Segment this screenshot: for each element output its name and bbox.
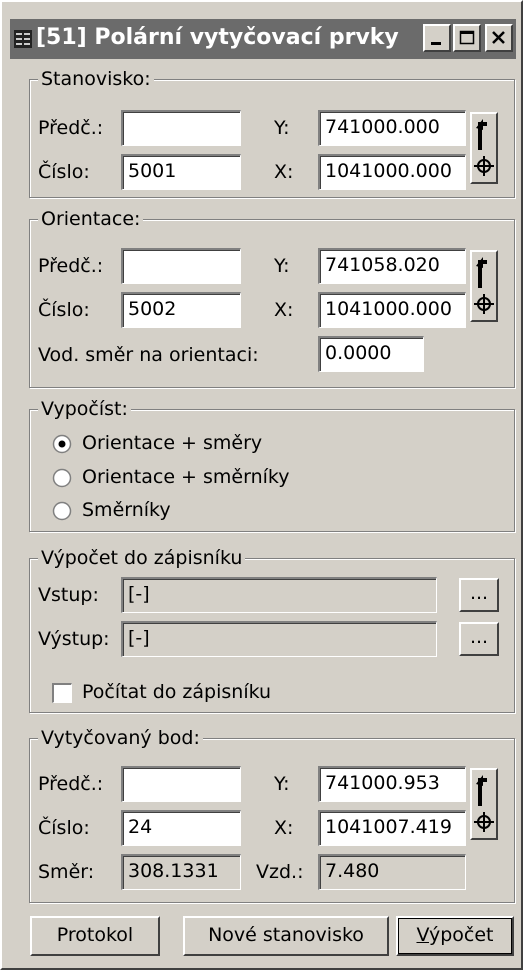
bod-predc-label: Předč.: [38,773,104,795]
pick-point-icon [474,257,494,314]
maximize-icon [459,30,475,45]
vstup-label: Vstup: [38,584,99,606]
minimize-icon [431,42,441,45]
bod-cislo-label: Číslo: [38,817,90,839]
vypocet-label: ýpočet [428,924,494,946]
stanovisko-pick-button[interactable] [470,112,498,184]
orientace-predc-input[interactable] [121,248,241,284]
bod-cislo-input[interactable]: 24 [121,810,241,846]
vod-smer-input[interactable]: 0.0000 [318,336,424,372]
checkbox-icon [52,683,72,703]
pick-point-icon [474,775,494,832]
orientace-pick-button[interactable] [470,250,498,322]
bod-x-input[interactable]: 1041007.419 [318,810,466,846]
orientace-y-label: Y: [274,255,290,277]
orientace-predc-label: Předč.: [38,255,104,277]
bod-pick-button[interactable] [470,768,498,840]
bod-x-label: X: [274,817,294,839]
vzd-label: Vzd.: [256,861,304,883]
window-title: [51] Polární vytyčovací prvky [36,25,399,50]
dialog-window: [51] Polární vytyčovací prvky Stanovisko… [0,0,523,970]
nove-stanovisko-button[interactable]: Nové stanovisko [183,916,389,956]
stanovisko-predc-input[interactable] [121,110,241,146]
app-icon [14,30,32,48]
orientace-x-label: X: [274,299,294,321]
bod-legend: Vytyčovaný bod: [38,727,203,749]
radio-unselected-icon [52,501,72,521]
radio-unselected-icon [52,468,72,488]
vzd-field: 7.480 [318,854,466,890]
close-button[interactable] [485,24,513,52]
stanovisko-predc-label: Předč.: [38,117,104,139]
vypocist-legend: Vypočíst: [38,398,131,420]
vystup-browse-button[interactable]: ... [459,622,499,656]
stanovisko-y-label: Y: [274,117,290,139]
close-icon [492,31,505,44]
stanovisko-cislo-input[interactable]: 5001 [121,154,241,190]
vstup-field[interactable]: [-] [121,577,437,613]
title-bar[interactable]: [51] Polární vytyčovací prvky [10,19,516,59]
smer-label: Směr: [38,861,95,883]
maximize-button[interactable] [453,24,481,52]
vystup-label: Výstup: [38,628,110,650]
minimize-button[interactable] [423,24,451,52]
radio-label: Směrníky [82,499,171,521]
stanovisko-x-label: X: [274,161,294,183]
radio-selected-icon [52,434,72,454]
radio-label: Orientace + směry [82,432,263,454]
bod-predc-input[interactable] [121,766,241,802]
radio-label: Orientace + směrníky [82,466,290,488]
stanovisko-x-input[interactable]: 1041000.000 [318,154,466,190]
orientace-y-input[interactable]: 741058.020 [318,248,466,284]
protokol-button[interactable]: Protokol [30,916,160,956]
bod-y-label: Y: [274,773,290,795]
orientace-legend: Orientace: [38,208,144,230]
orientace-x-input[interactable]: 1041000.000 [318,292,466,328]
zapisnik-legend: Výpočet do zápisníku [38,547,246,569]
stanovisko-legend: Stanovisko: [38,68,154,90]
vod-smer-label: Vod. směr na orientaci: [38,344,259,366]
bod-y-input[interactable]: 741000.953 [318,766,466,802]
vypocet-button[interactable]: Výpočet [396,916,514,956]
smer-field: 308.1331 [121,854,241,890]
vystup-field[interactable]: [-] [121,621,437,657]
vstup-browse-button[interactable]: ... [459,578,499,612]
vypocet-mnemonic: V [416,924,429,946]
stanovisko-y-input[interactable]: 741000.000 [318,110,466,146]
checkbox-label: Počítat do zápisníku [82,681,272,703]
orientace-cislo-input[interactable]: 5002 [121,292,241,328]
orientace-cislo-label: Číslo: [38,299,90,321]
pick-point-icon [474,119,494,176]
stanovisko-cislo-label: Číslo: [38,161,90,183]
